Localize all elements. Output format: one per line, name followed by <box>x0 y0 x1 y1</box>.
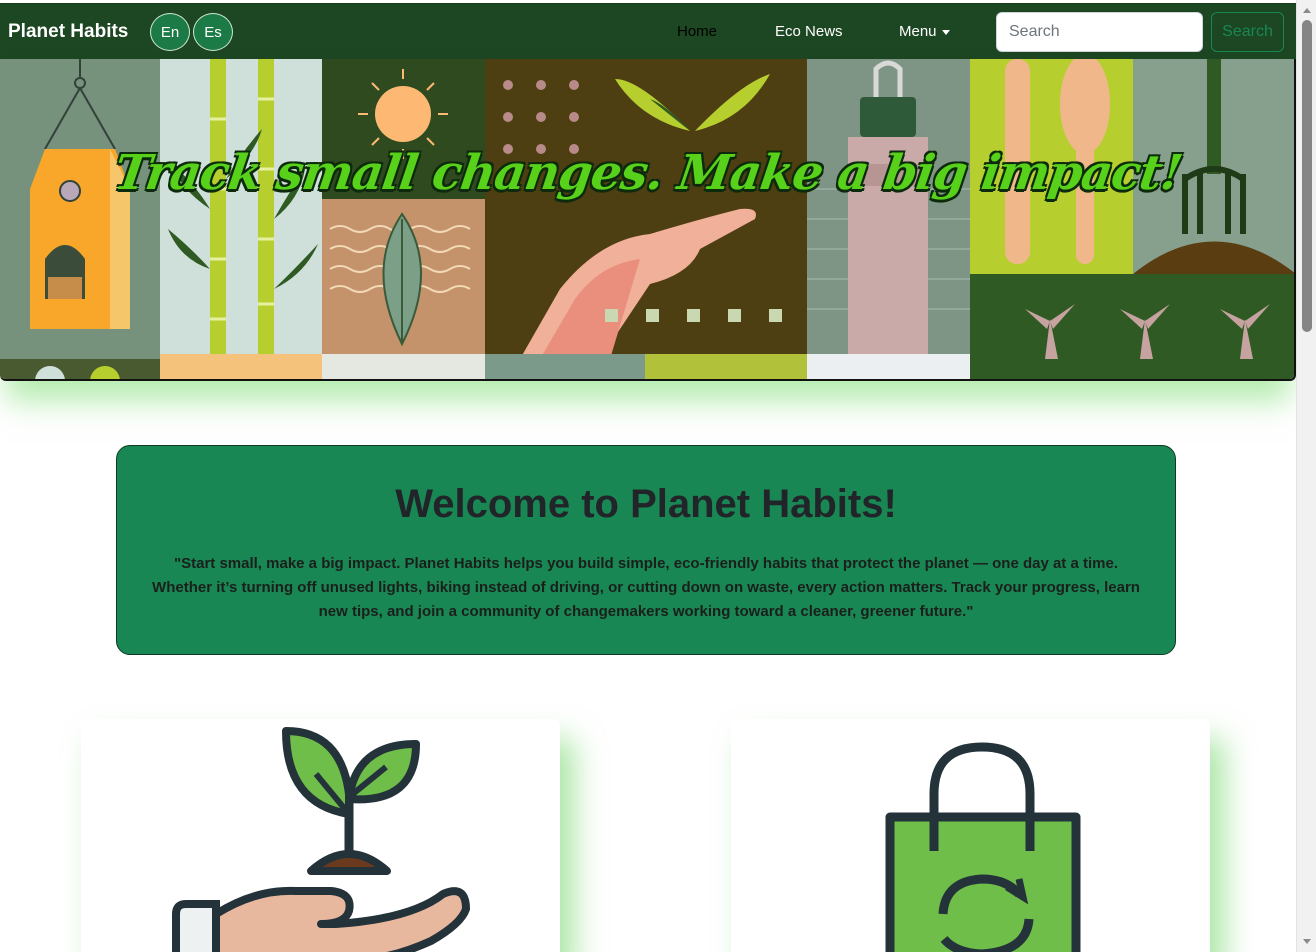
nav-menu-label: Menu <box>899 23 937 40</box>
lang-es-button[interactable]: Es <box>193 13 233 51</box>
hero-title: Track small changes. Make a big impact! <box>110 145 1186 201</box>
plant-in-hand-icon <box>172 727 470 952</box>
eco-illustration-image <box>0 59 1294 379</box>
scrollbar-thumb[interactable] <box>1302 20 1312 332</box>
caret-down-icon <box>941 29 950 35</box>
welcome-heading: Welcome to Planet Habits! <box>395 482 897 526</box>
nav-home-link[interactable]: Home <box>677 23 717 40</box>
page-viewport: Planet Habits En Es Home Eco News Menu S… <box>0 0 1296 952</box>
scroll-down-arrow-icon[interactable] <box>1303 939 1311 944</box>
search-button[interactable]: Search <box>1211 12 1284 52</box>
search-input[interactable] <box>996 12 1203 52</box>
lang-en-button[interactable]: En <box>150 13 190 51</box>
hero-banner: Track small changes. Make a big impact! <box>0 59 1296 381</box>
nav-eco-news-link[interactable]: Eco News <box>775 23 843 40</box>
habit-card-plant[interactable] <box>81 719 560 952</box>
navbar: Planet Habits En Es Home Eco News Menu S… <box>0 3 1296 59</box>
scroll-up-arrow-icon[interactable] <box>1303 8 1311 13</box>
recycle-bag-icon <box>885 742 1081 952</box>
brand-logo-link[interactable]: Planet Habits <box>8 21 128 43</box>
habit-card-recycle[interactable] <box>731 719 1210 952</box>
nav-menu-dropdown[interactable]: Menu <box>899 23 950 40</box>
welcome-text: "Start small, make a big impact. Planet … <box>152 555 1140 620</box>
page-scrollbar[interactable] <box>1296 0 1316 952</box>
welcome-section: Welcome to Planet Habits! "Start small, … <box>116 445 1176 655</box>
